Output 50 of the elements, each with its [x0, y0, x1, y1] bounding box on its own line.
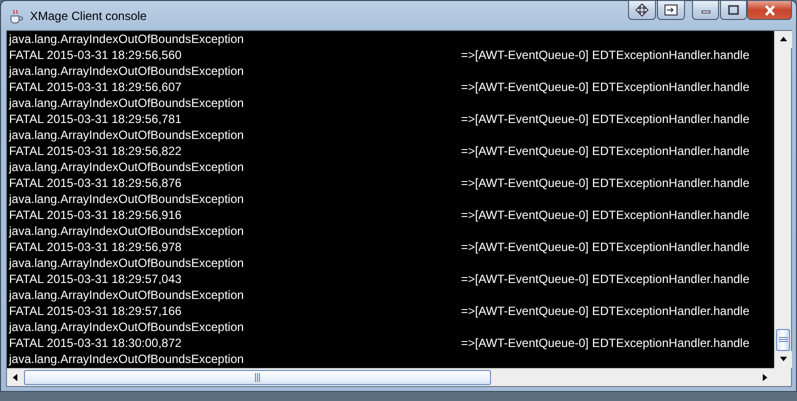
log-source: =>[AWT-EventQueue-0] EDTExceptionHandler.handle	[461, 271, 750, 287]
log-source: =>[AWT-EventQueue-0] EDTExceptionHandler.handle	[461, 175, 750, 191]
log-source: =>[AWT-EventQueue-0] EDTExceptionHandler.handle	[461, 47, 750, 63]
triangle-left-icon	[11, 373, 20, 382]
minimize-button[interactable]	[692, 0, 719, 20]
triangle-right-icon	[761, 373, 770, 382]
triangle-down-icon	[779, 355, 788, 364]
log-message: java.lang.ArrayIndexOutOfBoundsException	[9, 63, 244, 79]
log-message: java.lang.ArrayIndexOutOfBoundsException	[9, 351, 244, 367]
scroll-thumb[interactable]	[776, 329, 790, 351]
log-message: java.lang.ArrayIndexOutOfBoundsException	[9, 255, 244, 271]
window-title: XMage Client console	[30, 8, 148, 22]
log-header: FATAL 2015-03-31 18:29:56,978	[9, 240, 182, 254]
log-source: =>[AWT-EventQueue-0] EDTExceptionHandler.handle	[461, 207, 750, 223]
log-header: FATAL 2015-03-31 18:29:56,822	[9, 144, 182, 158]
log-source: =>[AWT-EventQueue-0] EDTExceptionHandler.handle	[461, 335, 750, 351]
log-header: FATAL 2015-03-31 18:29:57,166	[9, 304, 182, 318]
log-message: java.lang.ArrayIndexOutOfBoundsException	[9, 223, 244, 239]
log-header: FATAL 2015-03-31 18:30:00,872	[9, 336, 182, 350]
log-message: java.lang.ArrayIndexOutOfBoundsException	[9, 95, 244, 111]
log-header: FATAL 2015-03-31 18:29:56,916	[9, 208, 182, 222]
log-message: java.lang.ArrayIndexOutOfBoundsException	[9, 127, 244, 143]
pin-button[interactable]	[657, 0, 685, 20]
maximize-icon	[728, 5, 739, 15]
vertical-scrollbar[interactable]	[774, 31, 791, 368]
log-source: =>[AWT-EventQueue-0] EDTExceptionHandler.handle	[461, 143, 750, 159]
move-arrows-icon	[635, 3, 649, 17]
log-message: java.lang.ArrayIndexOutOfBoundsException	[9, 31, 244, 47]
log-message: java.lang.ArrayIndexOutOfBoundsException	[9, 287, 244, 303]
log-header: FATAL 2015-03-31 18:29:56,876	[9, 176, 182, 190]
log-message: java.lang.ArrayIndexOutOfBoundsException	[9, 319, 244, 335]
log-header: FATAL 2015-03-31 18:29:57,043	[9, 272, 182, 286]
close-icon	[764, 4, 776, 16]
log-header: FATAL 2015-03-31 18:29:56,607	[9, 80, 182, 94]
java-cup-icon	[8, 8, 24, 24]
log-source: =>[AWT-EventQueue-0] EDTExceptionHandler.handle	[461, 79, 750, 95]
triangle-up-icon	[779, 35, 788, 44]
log-message: java.lang.ArrayIndexOutOfBoundsException	[9, 191, 244, 207]
log-header: FATAL 2015-03-31 18:29:56,560	[9, 48, 182, 62]
log-source: =>[AWT-EventQueue-0] EDTExceptionHandler.handle	[461, 303, 750, 319]
log-source: =>[AWT-EventQueue-0] EDTExceptionHandler.handle	[461, 239, 750, 255]
scroll-thumb[interactable]	[24, 370, 491, 385]
close-button[interactable]	[747, 0, 792, 20]
maximize-button[interactable]	[720, 0, 747, 20]
log-message: java.lang.ArrayIndexOutOfBoundsException	[9, 159, 244, 175]
log-source: =>[AWT-EventQueue-0] EDTExceptionHandler.handle	[461, 111, 750, 127]
horizontal-scrollbar[interactable]	[7, 368, 774, 386]
log-header: FATAL 2015-03-31 18:29:56,781	[9, 112, 182, 126]
move-button[interactable]	[628, 0, 656, 20]
arrow-in-box-icon	[664, 4, 678, 16]
